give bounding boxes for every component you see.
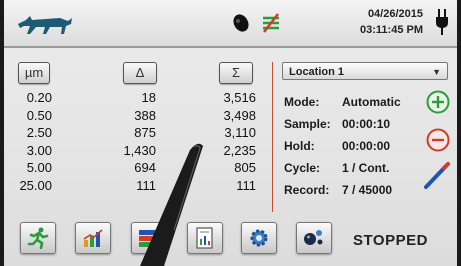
record-label: Record: <box>284 183 330 197</box>
cycle-row: Cycle: 1 / Cont. <box>284 157 401 179</box>
sample-label: Sample: <box>284 117 331 131</box>
date-text: 04/26/2015 <box>367 8 423 20</box>
sensors-button[interactable] <box>296 222 332 254</box>
delta-cell: 18 <box>141 90 156 105</box>
record-value: 7 / 45000 <box>342 183 393 197</box>
signal-icon[interactable] <box>260 12 282 34</box>
stacked-data-icon <box>139 230 159 247</box>
hold-label: Hold: <box>284 139 315 153</box>
record-row: Record: 7 / 45000 <box>284 179 401 201</box>
delta-cell: 875 <box>134 125 156 140</box>
size-cell: 3.00 <box>26 142 52 158</box>
wolf-logo-icon[interactable] <box>16 12 74 36</box>
cycle-label: Cycle: <box>284 161 321 175</box>
size-column: 0.20 0.50 2.50 3.00 5.00 25.00 <box>6 89 52 194</box>
edit-pencil-icon[interactable] <box>422 160 452 190</box>
cumulative-column: 3,516 3,498 3,110 2,235 805 111 <box>200 89 256 194</box>
power-plug-icon <box>436 9 448 35</box>
delta-cell: 111 <box>136 177 156 193</box>
location-select[interactable]: Location 1 ▼ <box>282 62 448 80</box>
status-text: STOPPED <box>353 232 428 249</box>
hold-row: Hold: 00:00:00 <box>284 135 401 157</box>
delta-cell: 1,430 <box>123 142 156 158</box>
delta-cell: 694 <box>134 160 156 175</box>
bar-chart-icon <box>83 229 103 247</box>
size-cell: 25.00 <box>19 177 52 193</box>
report-document-icon <box>196 227 213 249</box>
cumulative-cell: 2,235 <box>223 142 256 158</box>
location-selected-label: Location 1 <box>289 66 345 78</box>
cycle-value: 1 / Cont. <box>342 161 390 175</box>
delta-cell: 388 <box>134 107 156 123</box>
sample-value: 00:00:10 <box>342 117 391 131</box>
delta-column: 18 388 875 1,430 694 111 <box>104 89 156 194</box>
gear-icon <box>250 229 268 247</box>
sensor-icon[interactable] <box>230 12 252 34</box>
mode-value: Automatic <box>342 95 401 109</box>
mode-row: Mode: Automatic <box>284 91 401 113</box>
size-cell: 0.50 <box>26 107 52 123</box>
panel-divider <box>272 62 273 212</box>
size-cell: 0.20 <box>26 90 52 105</box>
run-button[interactable] <box>20 222 56 254</box>
size-unit-button[interactable]: µm <box>18 62 50 84</box>
particles-icon <box>304 230 323 245</box>
runner-icon <box>27 227 49 249</box>
cumulative-cell: 111 <box>236 177 256 193</box>
report-button[interactable] <box>187 222 223 254</box>
settings-panel: Mode: Automatic Sample: 00:00:10 Hold: 0… <box>284 91 401 201</box>
delta-toggle-button[interactable]: Δ <box>123 62 157 84</box>
device-screen: 04/26/2015 03:11:45 PM µm Δ Σ 0.20 0.50 … <box>4 0 457 266</box>
add-location-button[interactable] <box>426 90 450 114</box>
cumulative-toggle-button[interactable]: Σ <box>219 62 253 84</box>
cumulative-cell: 3,110 <box>224 125 256 140</box>
size-cell: 2.50 <box>26 125 52 140</box>
cumulative-cell: 3,498 <box>223 107 256 123</box>
chevron-down-icon: ▼ <box>432 67 441 77</box>
settings-button[interactable] <box>241 222 277 254</box>
time-text: 03:11:45 PM <box>360 24 423 36</box>
size-cell: 5.00 <box>26 160 52 175</box>
remove-location-button[interactable] <box>426 128 450 152</box>
mode-label: Mode: <box>284 95 320 109</box>
sample-row: Sample: 00:00:10 <box>284 113 401 135</box>
hold-value: 00:00:00 <box>342 139 391 153</box>
datetime: 04/26/2015 03:11:45 PM <box>360 6 423 38</box>
data-view-button[interactable] <box>131 222 167 254</box>
chart-view-button[interactable] <box>75 222 111 254</box>
header-bar: 04/26/2015 03:11:45 PM <box>4 0 457 48</box>
cumulative-cell: 3,516 <box>223 90 256 105</box>
cumulative-cell: 805 <box>234 160 256 175</box>
